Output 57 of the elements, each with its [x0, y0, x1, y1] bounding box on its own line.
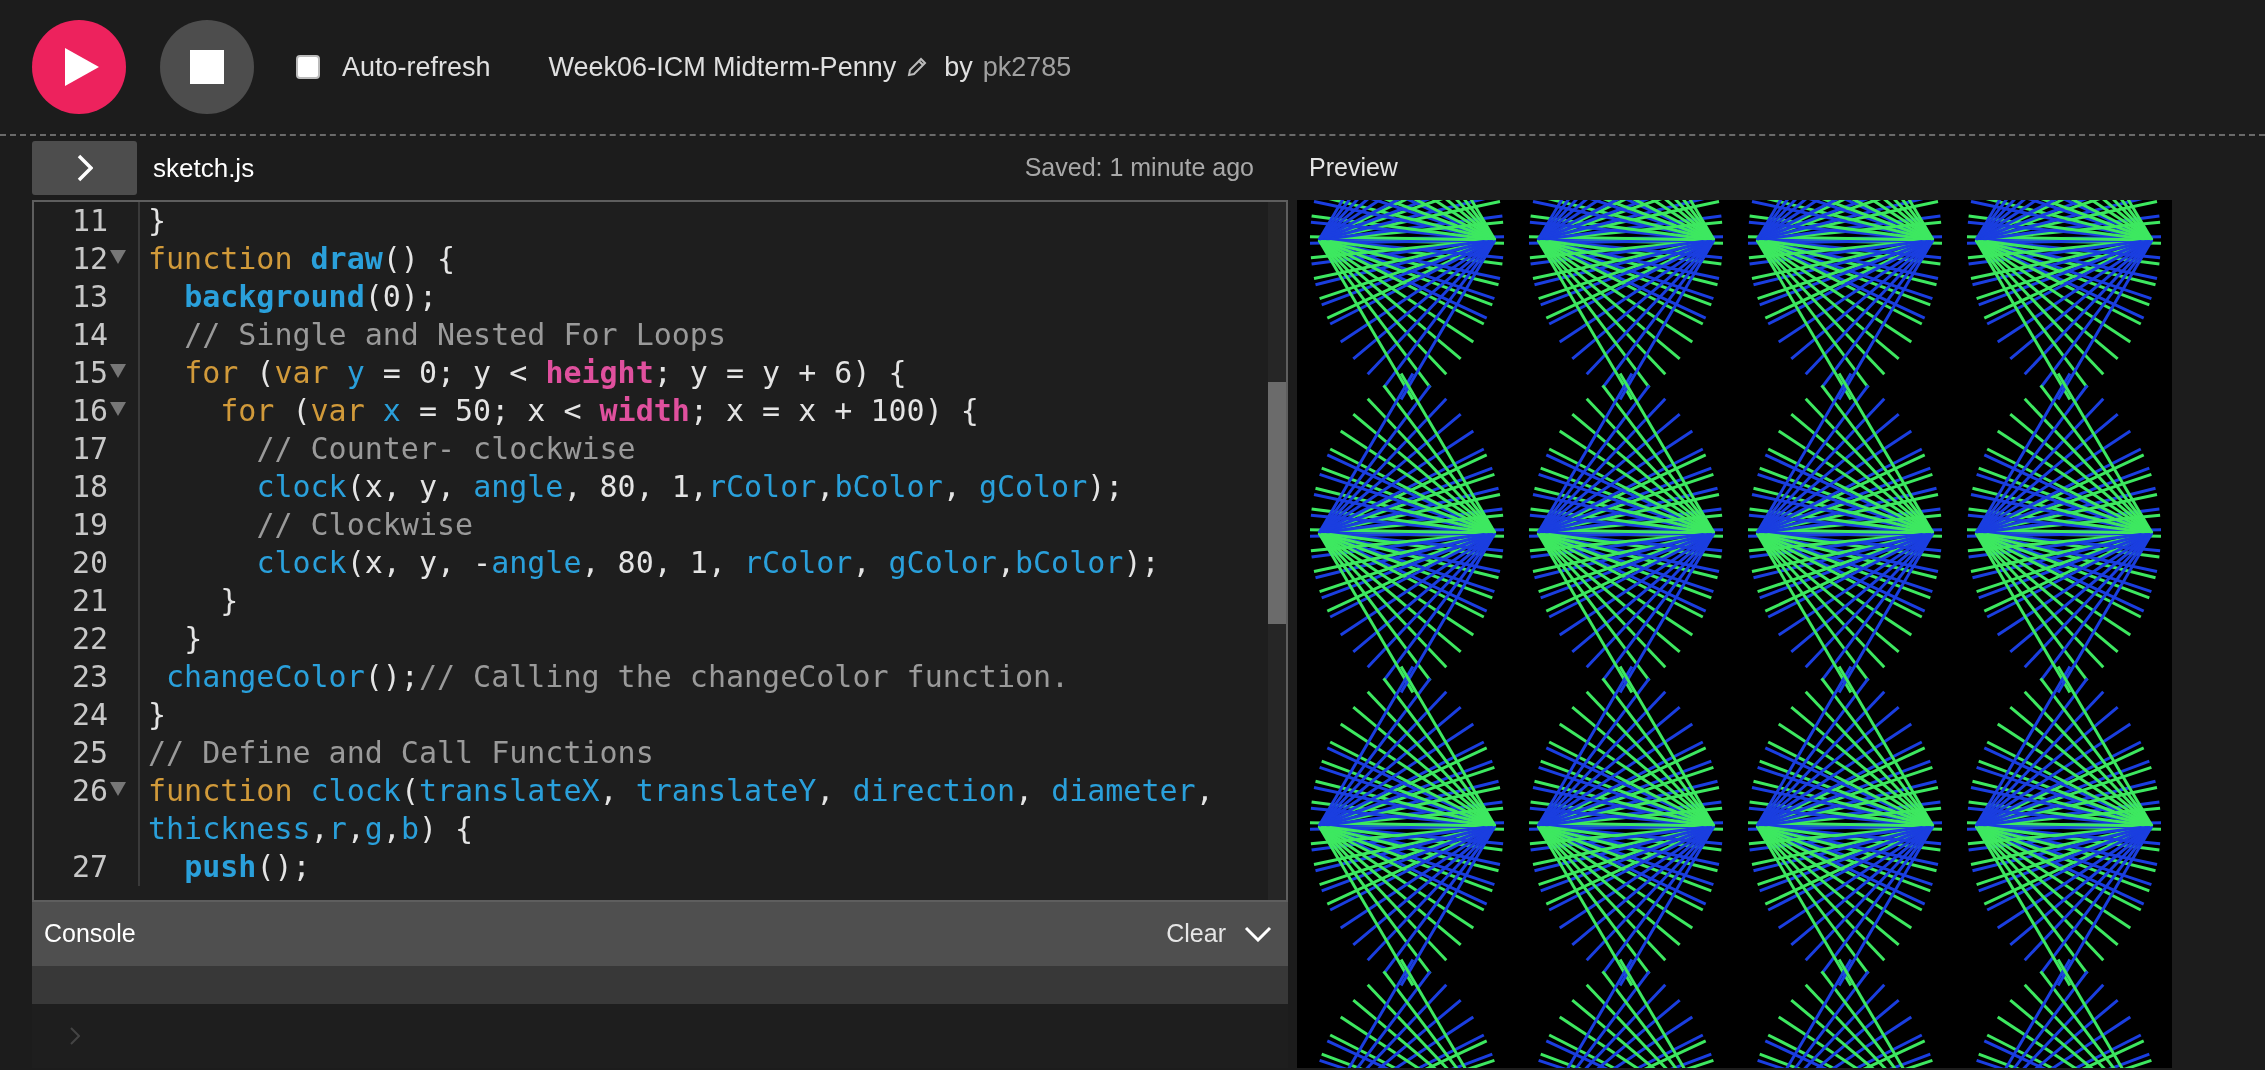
- code-line: // Clockwise: [255, 506, 475, 544]
- stop-icon: [190, 50, 224, 84]
- line-number: 22: [70, 620, 108, 658]
- chevron-right-icon: [76, 154, 93, 182]
- code-line: changeColor();// Calling the changeColor function.: [165, 658, 1071, 696]
- auto-refresh-label: Auto-refresh: [342, 50, 491, 84]
- line-number: 12: [70, 240, 108, 278]
- expand-sidebar-button[interactable]: [32, 141, 137, 195]
- author-link[interactable]: pk2785: [982, 46, 1072, 88]
- line-number: 15: [70, 354, 108, 392]
- by-label: by: [944, 50, 973, 84]
- fold-arrow-icon[interactable]: [110, 782, 126, 796]
- line-number: 20: [70, 544, 108, 582]
- code-line: for (var y = 0; y < height; y = y + 6) {: [183, 354, 908, 392]
- line-number: 14: [70, 316, 108, 354]
- line-number: 25: [70, 734, 108, 772]
- line-number: 16: [70, 392, 108, 430]
- code-line: }: [219, 582, 240, 620]
- saved-status: Saved: 1 minute ago: [1024, 152, 1254, 184]
- code-line: background(0);: [183, 278, 438, 316]
- chevron-down-icon[interactable]: [1244, 926, 1272, 942]
- sketch-title[interactable]: Week06-ICM Midterm-Penny: [548, 46, 897, 88]
- line-number: 23: [70, 658, 108, 696]
- code-line: }: [147, 202, 168, 240]
- code-line: clock(x, y, angle, 80, 1,rColor,bColor, gColor);: [255, 468, 1125, 506]
- line-number: 18: [70, 468, 108, 506]
- fold-arrow-icon[interactable]: [110, 250, 126, 264]
- code-line: for (var x = 50; x < width; x = x + 100) {: [219, 392, 980, 430]
- code-line: function clock(translateX, translateY, direction, diameter, thickness,r,g,b) {: [147, 772, 1215, 848]
- play-icon: [65, 48, 99, 86]
- code-line: // Define and Call Functions: [147, 734, 655, 772]
- prompt-chevron-icon: [70, 1027, 80, 1045]
- fold-arrow-icon[interactable]: [110, 402, 126, 416]
- code-line: }: [147, 696, 168, 734]
- line-number: 11: [70, 202, 108, 240]
- pencil-icon[interactable]: [906, 56, 929, 78]
- file-name: sketch.js: [153, 151, 255, 185]
- clear-button[interactable]: Clear: [1166, 915, 1226, 953]
- line-number: 27: [70, 848, 108, 886]
- code-line: // Single and Nested For Loops: [183, 316, 727, 354]
- console-title: Console: [44, 918, 136, 950]
- scrollbar-thumb[interactable]: [1268, 382, 1286, 624]
- line-number: 19: [70, 506, 108, 544]
- code-line: // Counter- clockwise: [255, 430, 637, 468]
- code-line: function draw() {: [147, 240, 457, 278]
- code-editor[interactable]: [32, 200, 1288, 902]
- line-number: 17: [70, 430, 108, 468]
- auto-refresh-checkbox[interactable]: [296, 55, 320, 79]
- code-line: }: [183, 620, 204, 658]
- code-line: clock(x, y, -angle, 80, 1, rColor, gColor,bColor);: [255, 544, 1161, 582]
- line-number: 24: [70, 696, 108, 734]
- line-number: 21: [70, 582, 108, 620]
- line-number: 13: [70, 278, 108, 316]
- preview-title: Preview: [1309, 152, 1398, 184]
- line-number: 26: [70, 772, 108, 810]
- fold-arrow-icon[interactable]: [110, 364, 126, 378]
- code-line: push();: [183, 848, 312, 886]
